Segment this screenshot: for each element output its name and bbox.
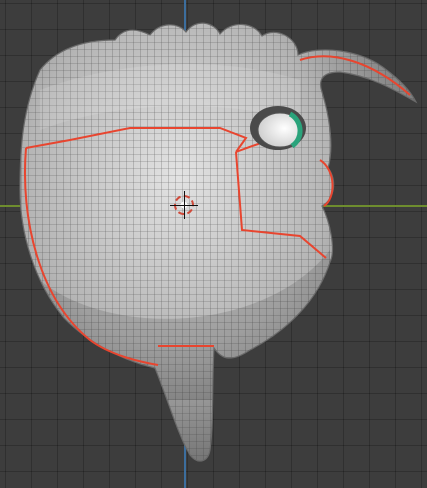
- eye-group: [250, 106, 306, 150]
- 3d-viewport[interactable]: [0, 0, 427, 488]
- creature-mesh[interactable]: [0, 0, 427, 488]
- 3d-cursor-icon[interactable]: [170, 191, 198, 219]
- mesh-svg: [19, 22, 417, 462]
